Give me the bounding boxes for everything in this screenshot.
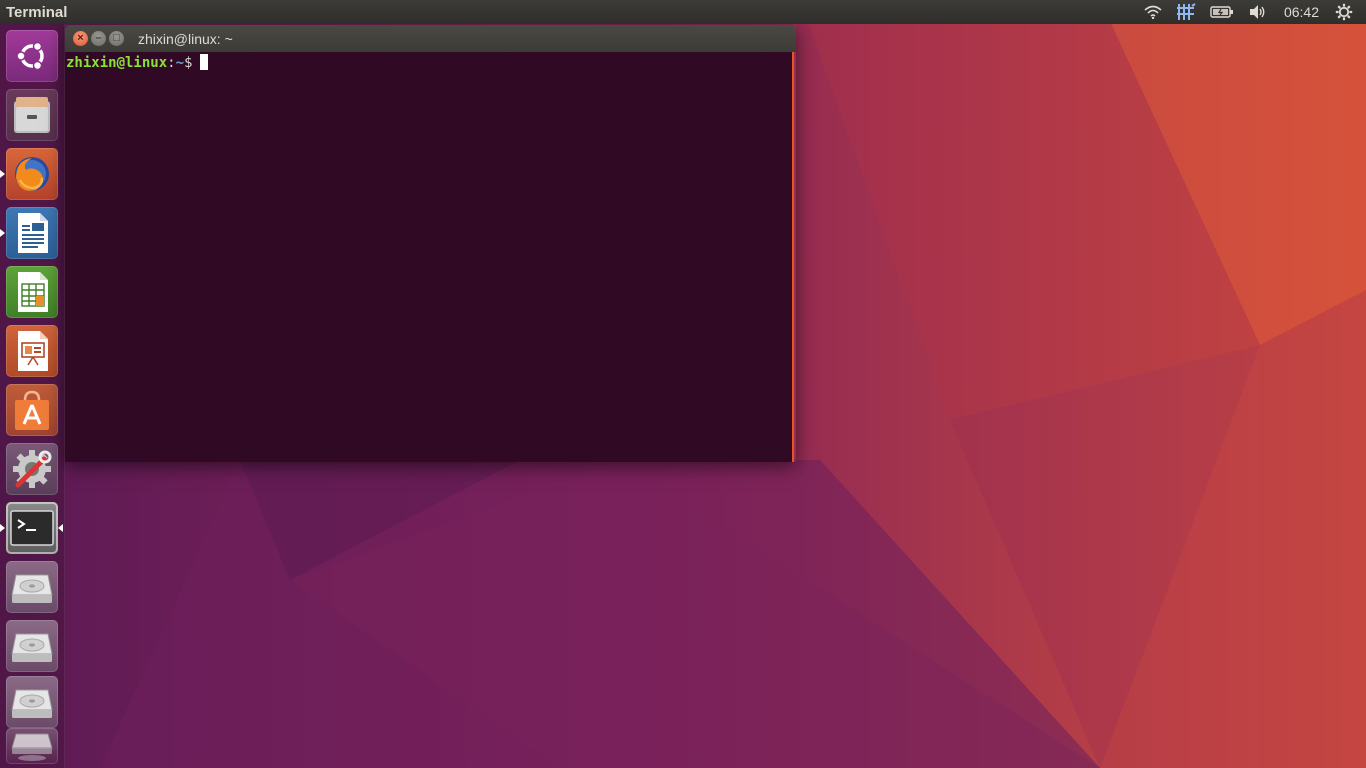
- dash-button[interactable]: [6, 30, 58, 82]
- terminal-icon: [10, 510, 54, 546]
- battery-icon[interactable]: [1203, 0, 1241, 24]
- launcher-item-writer[interactable]: [6, 207, 58, 259]
- terminal-output-area[interactable]: zhixin@linux:~$: [65, 52, 794, 462]
- firefox-icon: [15, 157, 49, 191]
- launcher-item-terminal[interactable]: [6, 502, 58, 554]
- maximize-icon[interactable]: □: [109, 31, 124, 46]
- launcher-item-drive-2[interactable]: [6, 620, 58, 672]
- wifi-icon[interactable]: [1137, 0, 1169, 24]
- volume-icon[interactable]: [1241, 0, 1275, 24]
- prompt-path: ~: [175, 55, 185, 71]
- launcher-item-drive-1[interactable]: [6, 561, 58, 613]
- hard-drive-icon: [11, 689, 53, 718]
- launcher-item-software[interactable]: [6, 384, 58, 436]
- indicator-area: 06:42: [1137, 0, 1360, 24]
- launcher-item-calc[interactable]: [6, 266, 58, 318]
- running-indicator: [0, 170, 5, 178]
- settings-gear-wrench-icon: [13, 450, 52, 488]
- clock[interactable]: 06:42: [1275, 4, 1328, 20]
- launcher-item-files[interactable]: [6, 89, 58, 141]
- terminal-window[interactable]: × – □ zhixin@linux: ~ zhixin@linux:~$: [65, 25, 796, 462]
- active-app-title: Terminal: [6, 3, 68, 21]
- shell-prompt: zhixin@linux:~$: [66, 54, 209, 71]
- presentation-icon: [18, 331, 48, 371]
- prompt-user-host: zhixin@linux: [66, 55, 168, 71]
- window-title: zhixin@linux: ~: [138, 30, 233, 47]
- launcher-item-system-settings[interactable]: [6, 443, 58, 495]
- shopping-bag-icon: [15, 390, 49, 430]
- hard-drive-icon: [11, 574, 53, 603]
- hard-drive-icon: [11, 733, 53, 761]
- keyboard-input-icon[interactable]: [1169, 0, 1203, 24]
- hard-drive-icon: [11, 633, 53, 662]
- running-indicator: [0, 229, 5, 237]
- system-gear-icon[interactable]: [1328, 0, 1360, 24]
- ubuntu-logo-icon: [16, 41, 44, 71]
- top-panel: Terminal 06:42: [0, 0, 1366, 24]
- launcher: [0, 24, 65, 768]
- launcher-item-firefox[interactable]: [6, 148, 58, 200]
- launcher-item-drive-4[interactable]: [6, 728, 58, 764]
- close-icon[interactable]: ×: [73, 31, 88, 46]
- file-cabinet-icon: [14, 97, 50, 133]
- spreadsheet-icon: [18, 272, 48, 312]
- window-titlebar[interactable]: × – □ zhixin@linux: ~: [65, 25, 796, 52]
- writer-document-icon: [18, 213, 48, 253]
- text-cursor: [200, 54, 209, 70]
- minimize-icon[interactable]: –: [91, 31, 106, 46]
- running-indicator: [0, 524, 5, 532]
- prompt-sign: $: [184, 55, 193, 71]
- launcher-item-drive-3[interactable]: [6, 676, 58, 728]
- launcher-item-impress[interactable]: [6, 325, 58, 377]
- prompt-colon: :: [167, 55, 176, 71]
- focused-indicator: [58, 524, 63, 532]
